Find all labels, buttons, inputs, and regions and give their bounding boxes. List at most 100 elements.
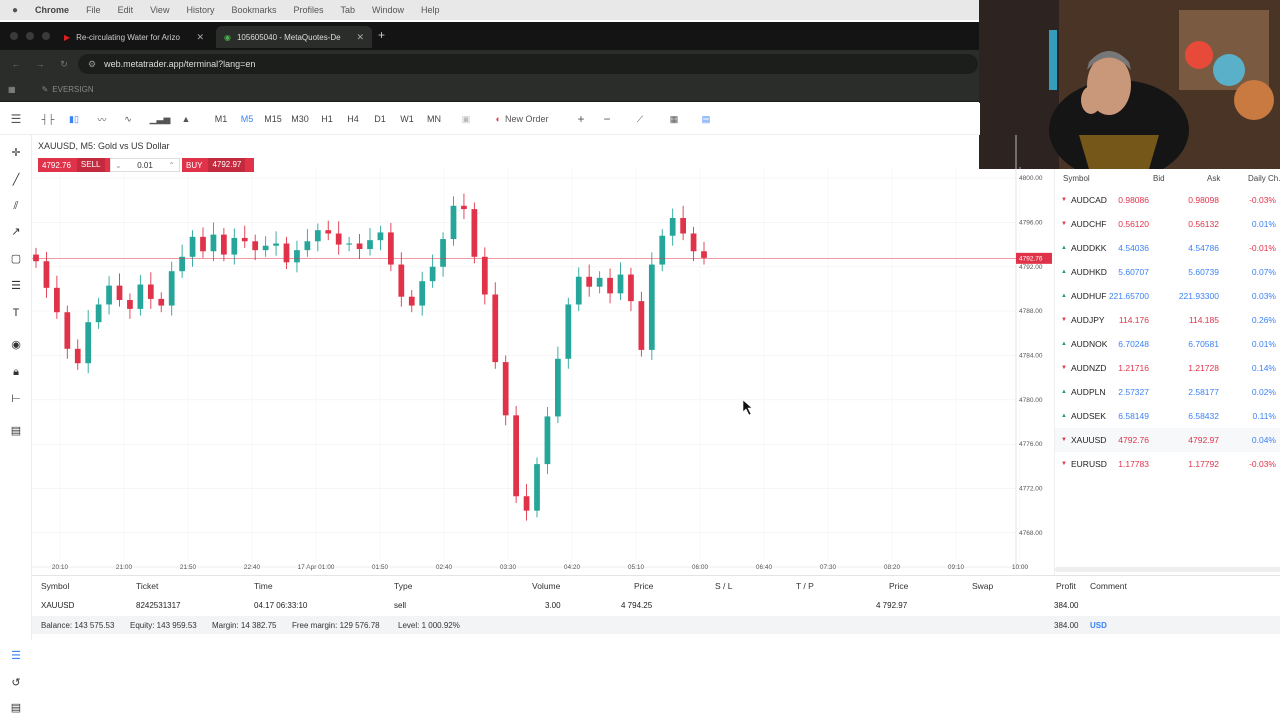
menu-bookmarks[interactable]: Bookmarks — [231, 5, 276, 15]
col-current-price[interactable]: Price — [889, 581, 908, 591]
col-stop-loss[interactable]: S / L — [715, 581, 732, 591]
candlestick-chart-type-icon[interactable]: ▮▯ — [66, 111, 82, 127]
market-watch-row[interactable]: ▲ AUDHUF 221.65700 221.93300 0.03% — [1055, 284, 1280, 308]
line-chart-type-icon[interactable]: 〰 — [94, 111, 110, 127]
mw-header-ask[interactable]: Ask — [1207, 174, 1220, 183]
market-watch-row[interactable]: ▲ AUDSEK 6.58149 6.58432 0.11% — [1055, 404, 1280, 428]
rectangle-icon[interactable]: ▢ — [8, 251, 24, 267]
menu-edit[interactable]: Edit — [118, 5, 134, 15]
menu-history[interactable]: History — [186, 5, 214, 15]
eye-icon[interactable]: ◉ — [8, 337, 24, 353]
apple-icon[interactable]: ● — [12, 5, 18, 16]
apps-grid-icon[interactable]: ▦ — [8, 85, 16, 94]
templates-icon[interactable]: ▤ — [698, 111, 714, 127]
trend-line-icon[interactable]: ╱ — [8, 172, 24, 188]
site-info-icon[interactable]: ⚙ — [88, 59, 96, 70]
col-price[interactable]: Price — [634, 581, 653, 591]
timeframe-h1[interactable]: H1 — [318, 111, 336, 127]
timeframe-w1[interactable]: W1 — [398, 111, 416, 127]
mw-header-bid[interactable]: Bid — [1153, 174, 1165, 183]
col-ticket[interactable]: Ticket — [136, 581, 158, 591]
buy-button[interactable]: BUY 4792.97 — [182, 158, 254, 172]
market-watch-row[interactable]: ▲ AUDPLN 2.57327 2.58177 0.02% — [1055, 380, 1280, 404]
channel-icon[interactable]: ⫽ — [8, 198, 24, 214]
col-type[interactable]: Type — [394, 581, 412, 591]
indicator-list-icon[interactable]: ⟋ — [632, 111, 648, 127]
ray-icon[interactable]: ↗ — [8, 224, 24, 240]
minimize-window-button[interactable] — [26, 32, 34, 40]
reload-icon[interactable]: ↻ — [52, 59, 76, 70]
mw-scrollbar[interactable] — [1055, 567, 1280, 572]
screenshot-icon[interactable]: ▣ — [458, 111, 474, 127]
market-watch-row[interactable]: ▲ AUDNOK 6.70248 6.70581 0.01% — [1055, 332, 1280, 356]
trade-tab-icon[interactable]: ☰ — [8, 648, 24, 664]
history-tab-icon[interactable]: ↺ — [8, 675, 24, 691]
market-watch-row[interactable]: ▲ AUDDKK 4.54036 4.54786 -0.01% — [1055, 236, 1280, 260]
browser-tab-metaquotes[interactable]: ◉ 105605040 - MetaQuotes-De ✕ — [216, 26, 372, 48]
timeframe-h4[interactable]: H4 — [344, 111, 362, 127]
close-window-button[interactable] — [10, 32, 18, 40]
menu-tab[interactable]: Tab — [341, 5, 356, 15]
menu-help[interactable]: Help — [421, 5, 440, 15]
col-swap[interactable]: Swap — [972, 581, 993, 591]
menu-file[interactable]: File — [86, 5, 101, 15]
candle — [701, 241, 707, 265]
indicators-icon[interactable]: ∿ — [120, 111, 136, 127]
mw-header-daily-change[interactable]: Daily Ch... — [1248, 174, 1280, 183]
zoom-window-button[interactable] — [42, 32, 50, 40]
market-watch-row[interactable]: ▼ XAUUSD 4792.76 4792.97 0.04% — [1055, 428, 1280, 452]
calendar-icon[interactable]: ▦ — [666, 111, 682, 127]
timeframe-d1[interactable]: D1 — [371, 111, 389, 127]
bookmark-eversign[interactable]: ✎ EVERSIGN — [42, 85, 94, 94]
volumes-icon[interactable]: ▁▃▅ — [150, 111, 171, 127]
col-profit[interactable]: Profit — [1056, 581, 1076, 591]
price-chart[interactable]: 4800.00 4796.00 4792.00 4788.00 4784.00 4780.… — [32, 135, 1054, 575]
volume-value[interactable]: 0.01 — [137, 161, 153, 170]
col-comment[interactable]: Comment — [1090, 581, 1127, 591]
timeframe-m5[interactable]: M5 — [238, 111, 256, 127]
timeframe-m1[interactable]: M1 — [212, 111, 230, 127]
lock-icon[interactable]: 🔒︎ — [8, 364, 24, 380]
market-watch-row[interactable]: ▼ AUDNZD 1.21716 1.21728 0.14% — [1055, 356, 1280, 380]
new-tab-icon[interactable]: + — [378, 28, 385, 42]
col-time[interactable]: Time — [254, 581, 273, 591]
volume-stepper[interactable]: ⌄ 0.01 ⌃ — [110, 158, 180, 172]
market-watch-row[interactable]: ▲ AUDHKD 5.60707 5.60739 0.07% — [1055, 260, 1280, 284]
col-symbol[interactable]: Symbol — [41, 581, 69, 591]
zoom-in-icon[interactable]: + — [574, 111, 588, 127]
timeframe-m15[interactable]: M15 — [262, 111, 284, 127]
new-order-button[interactable]: ◐ New Order — [488, 111, 556, 127]
close-tab-icon[interactable]: ✕ — [356, 32, 364, 43]
forward-icon[interactable]: → — [28, 59, 52, 69]
market-watch-row[interactable]: ▼ AUDCAD 0.98086 0.98098 -0.03% — [1055, 188, 1280, 212]
bar-chart-type-icon[interactable]: ┤├ — [40, 111, 56, 127]
volume-decrease-icon[interactable]: ⌄ — [115, 161, 122, 170]
crosshair-icon[interactable]: ✛ — [8, 145, 24, 161]
zoom-out-icon[interactable]: − — [600, 111, 614, 127]
back-icon[interactable]: ← — [4, 59, 28, 69]
market-watch-row[interactable]: ▼ EURUSD 1.17783 1.17792 -0.03% — [1055, 452, 1280, 476]
browser-tab-youtube[interactable]: ▶ Re-circulating Water for Arizo ✕ — [56, 26, 212, 48]
col-volume[interactable]: Volume — [532, 581, 560, 591]
object-tree-icon[interactable]: ⊢ — [8, 391, 24, 407]
market-watch-row[interactable]: ▼ AUDCHF 0.56120 0.56132 0.01% — [1055, 212, 1280, 236]
menu-view[interactable]: View — [150, 5, 169, 15]
journal-tab-icon[interactable]: ▤ — [8, 700, 24, 716]
mw-header-symbol[interactable]: Symbol — [1063, 174, 1090, 183]
app-menu-name[interactable]: Chrome — [35, 5, 69, 15]
col-take-profit[interactable]: T / P — [796, 581, 814, 591]
menu-icon[interactable]: ☰ — [8, 111, 24, 127]
layers-icon[interactable]: ▤ — [8, 423, 24, 439]
text-icon[interactable]: T — [8, 305, 24, 321]
timeframe-mn[interactable]: MN — [424, 111, 444, 127]
close-tab-icon[interactable]: ✕ — [196, 32, 204, 43]
volume-increase-icon[interactable]: ⌃ — [168, 161, 175, 170]
menu-profiles[interactable]: Profiles — [293, 5, 323, 15]
timeframe-m30[interactable]: M30 — [288, 111, 312, 127]
menu-window[interactable]: Window — [372, 5, 404, 15]
market-watch-row[interactable]: ▼ AUDJPY 114.176 114.185 0.26% — [1055, 308, 1280, 332]
fibonacci-icon[interactable]: ☰ — [8, 278, 24, 294]
objects-icon[interactable]: ▲ — [178, 111, 194, 127]
url-field[interactable]: ⚙ web.metatrader.app/terminal?lang=en — [78, 54, 978, 74]
sell-button[interactable]: 4792.76 SELL — [38, 158, 110, 172]
